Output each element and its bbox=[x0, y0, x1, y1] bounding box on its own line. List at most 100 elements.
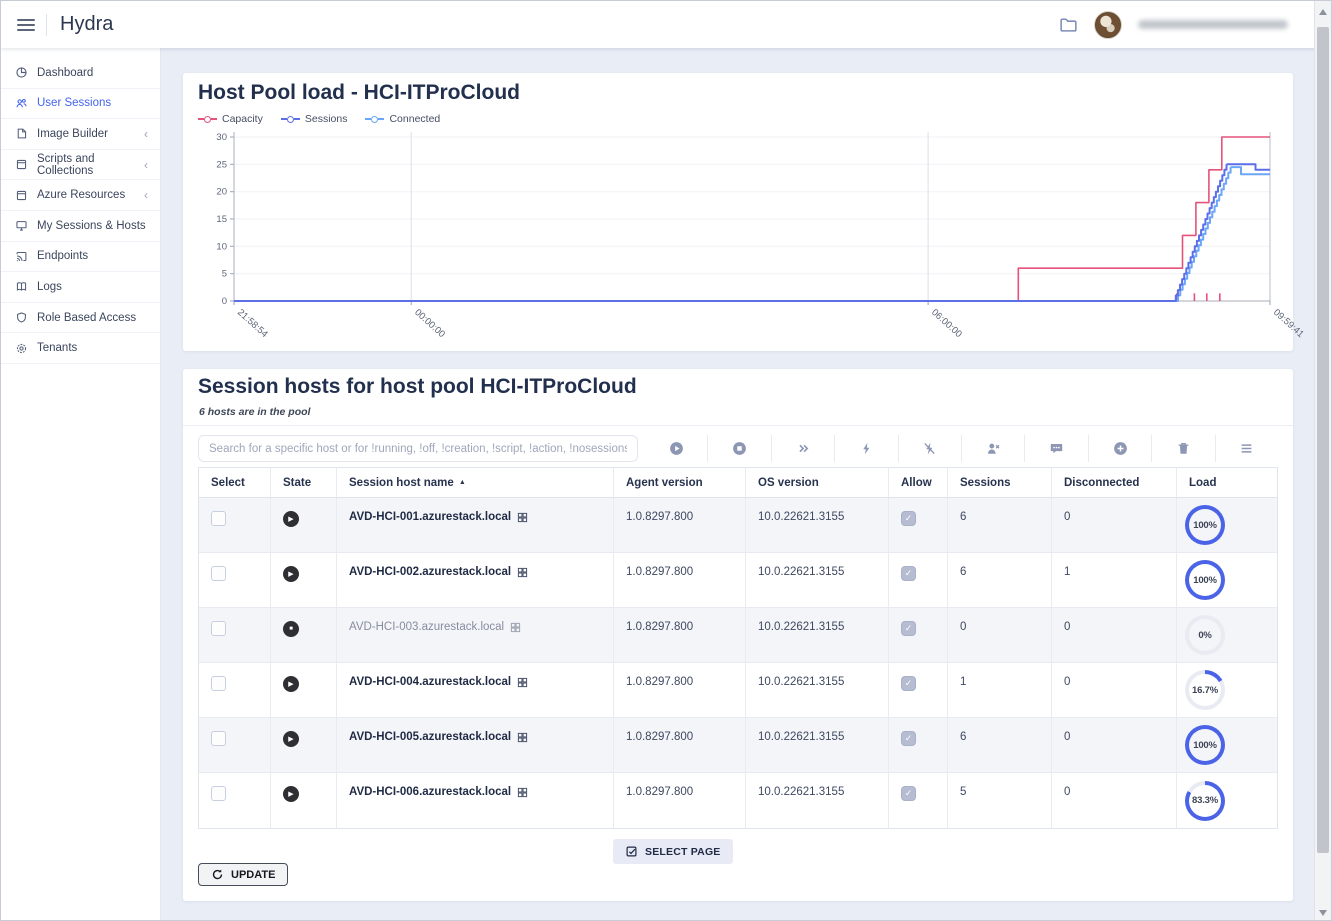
host-pool-load-chart: 05101520253021:58:5400:00:0006:00:0009:5… bbox=[190, 129, 1286, 345]
sidebar-item-azure-resources[interactable]: Azure Resources‹ bbox=[1, 180, 160, 211]
table-row: ▶AVD-HCI-001.azurestack.local1.0.8297.80… bbox=[199, 498, 1277, 553]
sessions-count: 6 bbox=[948, 553, 1052, 607]
sidebar-item-endpoints[interactable]: Endpoints bbox=[1, 242, 160, 273]
state-stopped-icon: ■ bbox=[283, 621, 299, 637]
sessions-count: 6 bbox=[948, 498, 1052, 552]
message-icon bbox=[1049, 441, 1064, 456]
menu-icon bbox=[1239, 441, 1254, 456]
disconnected-count: 0 bbox=[1052, 773, 1177, 828]
session-host-name[interactable]: AVD-HCI-001.azurestack.local bbox=[349, 511, 511, 523]
row-select-checkbox[interactable] bbox=[211, 731, 226, 746]
row-select-checkbox[interactable] bbox=[211, 786, 226, 801]
col-agent-version[interactable]: Agent version bbox=[614, 468, 746, 497]
legend-item-connected[interactable]: Connected bbox=[365, 113, 440, 125]
power-on-button[interactable] bbox=[834, 435, 897, 462]
sidebar-item-my-sessions-hosts[interactable]: My Sessions & Hosts bbox=[1, 211, 160, 242]
row-select-checkbox[interactable] bbox=[211, 676, 226, 691]
delete-host-button[interactable] bbox=[1151, 435, 1214, 462]
row-select-checkbox[interactable] bbox=[211, 566, 226, 581]
table-row: ■ AVD-HCI-003.azurestack.local 1.0.8297.80… bbox=[199, 608, 1277, 663]
session-host-name[interactable]: AVD-HCI-002.azurestack.local bbox=[349, 566, 511, 578]
chevron-collapsed-icon: ‹ bbox=[144, 159, 148, 171]
user-remove-icon bbox=[986, 441, 1001, 456]
scroll-down-arrow-icon[interactable] bbox=[1319, 910, 1327, 916]
allow-checkbox[interactable]: ✓ bbox=[901, 621, 916, 636]
legend-item-sessions[interactable]: Sessions bbox=[281, 113, 348, 125]
session-host-name[interactable]: AVD-HCI-004.azurestack.local bbox=[349, 676, 511, 688]
chevron-collapsed-icon: ‹ bbox=[144, 128, 148, 140]
scrollbar-thumb[interactable] bbox=[1317, 27, 1329, 853]
row-select-checkbox[interactable] bbox=[211, 621, 226, 636]
col-session-host-name[interactable]: Session host name▲ bbox=[337, 468, 614, 497]
apps-grid-icon[interactable] bbox=[517, 512, 528, 523]
sessions-count: 5 bbox=[948, 773, 1052, 828]
update-button[interactable]: UPDATE bbox=[198, 863, 288, 886]
os-version: 10.0.22621.3155 bbox=[746, 608, 889, 662]
legend-label: Capacity bbox=[222, 113, 263, 125]
add-host-button[interactable] bbox=[1088, 435, 1151, 462]
load-ring: 83.3% bbox=[1185, 781, 1225, 821]
folder-icon[interactable] bbox=[1059, 15, 1078, 34]
row-select-checkbox[interactable] bbox=[211, 511, 226, 526]
sidebar-item-user-sessions[interactable]: User Sessions bbox=[1, 89, 160, 120]
os-version: 10.0.22621.3155 bbox=[746, 498, 889, 552]
session-host-name[interactable]: AVD-HCI-005.azurestack.local bbox=[349, 731, 511, 743]
apps-grid-icon[interactable] bbox=[517, 567, 528, 578]
svg-text:06:00:00: 06:00:00 bbox=[929, 307, 964, 340]
chart-legend: Capacity Sessions Connected bbox=[198, 113, 440, 125]
user-avatar[interactable] bbox=[1094, 11, 1122, 39]
allow-checkbox[interactable]: ✓ bbox=[901, 511, 916, 526]
sidebar-item-role-based-access[interactable]: Role Based Access bbox=[1, 303, 160, 334]
sidebar-item-logs[interactable]: Logs bbox=[1, 272, 160, 303]
scripts-icon bbox=[15, 158, 28, 171]
agent-version: 1.0.8297.800 bbox=[614, 718, 746, 772]
section-subtitle: 6 hosts are in the pool bbox=[199, 406, 310, 418]
col-disconnected[interactable]: Disconnected bbox=[1052, 468, 1177, 497]
host-actions-toolbar bbox=[645, 435, 1278, 462]
agent-version: 1.0.8297.800 bbox=[614, 608, 746, 662]
vertical-scrollbar[interactable] bbox=[1314, 1, 1331, 921]
sessions-count: 6 bbox=[948, 718, 1052, 772]
allow-checkbox[interactable]: ✓ bbox=[901, 566, 916, 581]
host-search-input[interactable] bbox=[198, 435, 638, 462]
monitor-icon bbox=[15, 219, 28, 232]
start-hosts-button[interactable] bbox=[645, 435, 707, 462]
power-off-button[interactable] bbox=[898, 435, 961, 462]
hamburger-menu-icon[interactable] bbox=[17, 16, 35, 34]
legend-item-capacity[interactable]: Capacity bbox=[198, 113, 263, 125]
load-value: 83.3% bbox=[1189, 785, 1221, 817]
select-page-button[interactable]: SELECT PAGE bbox=[613, 839, 733, 864]
allow-checkbox[interactable]: ✓ bbox=[901, 786, 916, 801]
sidebar-item-dashboard[interactable]: Dashboard bbox=[1, 58, 160, 89]
stop-hosts-button[interactable] bbox=[707, 435, 770, 462]
os-version: 10.0.22621.3155 bbox=[746, 718, 889, 772]
sidebar-item-tenants[interactable]: Tenants bbox=[1, 333, 160, 364]
dashboard-icon bbox=[15, 66, 28, 79]
allow-checkbox[interactable]: ✓ bbox=[901, 731, 916, 746]
col-sessions[interactable]: Sessions bbox=[948, 468, 1052, 497]
session-host-name[interactable]: AVD-HCI-006.azurestack.local bbox=[349, 786, 511, 798]
col-state[interactable]: State bbox=[271, 468, 337, 497]
allow-checkbox[interactable]: ✓ bbox=[901, 676, 916, 691]
refresh-icon bbox=[211, 868, 224, 881]
apps-grid-icon[interactable] bbox=[517, 732, 528, 743]
more-menu-button[interactable] bbox=[1215, 435, 1278, 462]
col-load[interactable]: Load bbox=[1177, 468, 1277, 497]
apps-grid-icon[interactable] bbox=[510, 622, 521, 633]
apps-grid-icon[interactable] bbox=[517, 787, 528, 798]
col-allow[interactable]: Allow bbox=[889, 468, 948, 497]
load-ring: 100% bbox=[1185, 505, 1225, 545]
col-os-version[interactable]: OS version bbox=[746, 468, 889, 497]
section-divider bbox=[183, 425, 1293, 426]
logoff-users-button[interactable] bbox=[961, 435, 1024, 462]
sidebar-item-scripts-and-collections[interactable]: Scripts and Collections‹ bbox=[1, 150, 160, 181]
azure-resources-icon bbox=[15, 189, 28, 202]
sort-asc-icon: ▲ bbox=[459, 479, 466, 486]
skip-button[interactable] bbox=[771, 435, 834, 462]
apps-grid-icon[interactable] bbox=[517, 677, 528, 688]
send-message-button[interactable] bbox=[1024, 435, 1087, 462]
col-select[interactable]: Select bbox=[199, 468, 271, 497]
session-host-name[interactable]: AVD-HCI-003.azurestack.local bbox=[349, 621, 504, 633]
scroll-up-arrow-icon[interactable] bbox=[1319, 9, 1327, 15]
sidebar-item-image-builder[interactable]: Image Builder‹ bbox=[1, 119, 160, 150]
